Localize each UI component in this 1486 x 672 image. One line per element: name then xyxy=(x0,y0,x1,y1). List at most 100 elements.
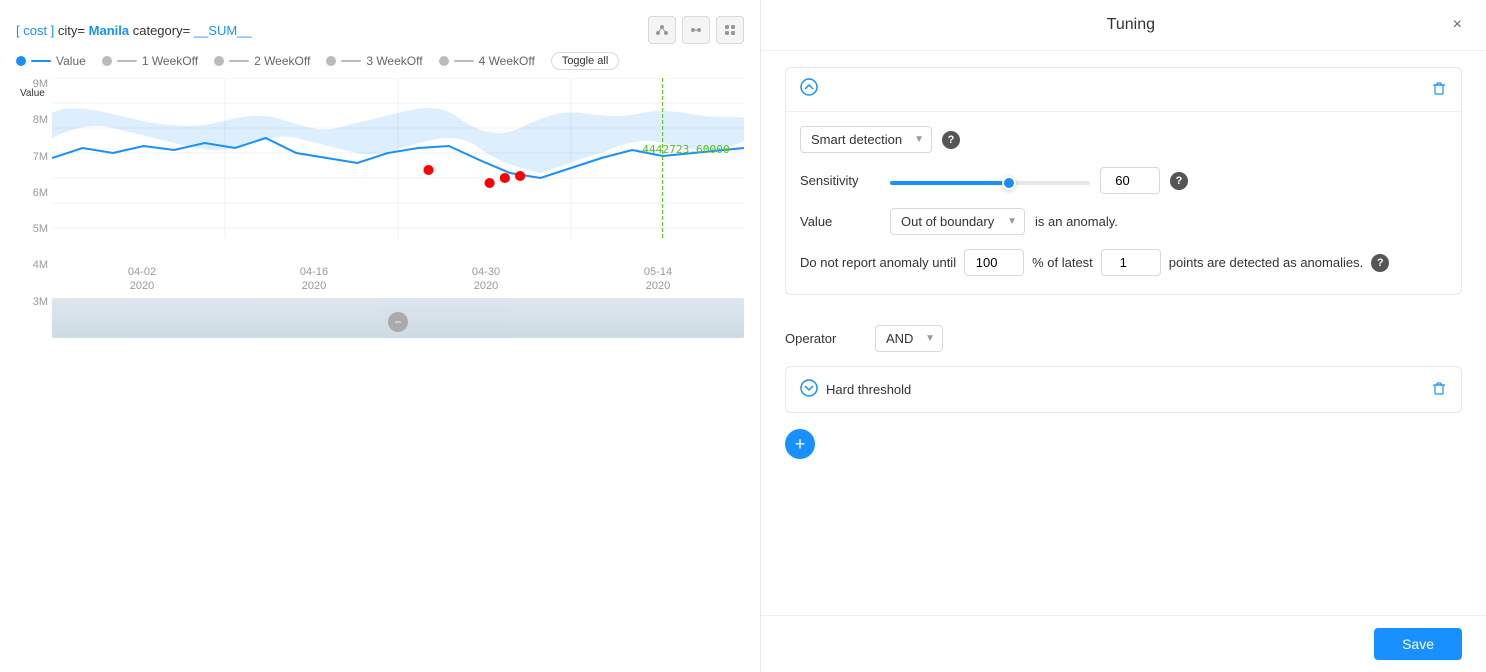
add-condition-button[interactable]: + xyxy=(785,429,815,459)
sensitivity-row: Sensitivity 60 ? xyxy=(800,167,1447,194)
legend-line-1 xyxy=(117,60,137,62)
report-points-input[interactable] xyxy=(1101,249,1161,276)
legend-4weekoff: 4 WeekOff xyxy=(439,54,535,68)
sensitivity-help-icon[interactable]: ? xyxy=(1170,172,1188,190)
legend-3weekoff: 3 WeekOff xyxy=(326,54,422,68)
legend-label-2: 2 WeekOff xyxy=(254,54,310,68)
report-prefix-text: Do not report anomaly until xyxy=(800,255,956,270)
legend-line-3 xyxy=(341,60,361,62)
y-axis-labels: 9M 8M 7M 6M 5M 4M 3M xyxy=(16,78,48,308)
legend-label-1: 1 WeekOff xyxy=(142,54,198,68)
y-6m: 6M xyxy=(16,187,48,199)
chart-header: [ cost ] city= Manila category= __SUM__ xyxy=(16,16,744,44)
operator-row: Operator AND OR ▼ xyxy=(785,311,1462,366)
operator-select-wrapper: AND OR ▼ xyxy=(875,325,943,352)
chart-title: [ cost ] city= Manila category= __SUM__ xyxy=(16,23,252,38)
toggle-all-button[interactable]: Toggle all xyxy=(551,52,619,70)
category-label: category= xyxy=(133,23,194,38)
collapse-button[interactable]: − xyxy=(388,312,408,332)
sensitivity-slider-container xyxy=(890,173,1090,188)
tuning-header: Tuning × xyxy=(761,0,1486,51)
legend-2weekoff: 2 WeekOff xyxy=(214,54,310,68)
legend-line-2 xyxy=(229,60,249,62)
chart-legend: Value 1 WeekOff 2 WeekOff 3 WeekOff 4 We… xyxy=(16,52,744,70)
chart-wrapper: Value 9M 8M 7M 6M 5M 4M 3M xyxy=(16,78,744,338)
tuning-body: Smart detection Hard threshold Custom ▼ … xyxy=(761,51,1486,615)
anomaly-dot-1 xyxy=(423,165,433,175)
x-axis-labels: 04-02 2020 04-16 2020 04-30 2020 05-14 2… xyxy=(52,265,744,294)
detection-method-select[interactable]: Smart detection Hard threshold Custom xyxy=(800,126,932,153)
detection-method-wrapper: Smart detection Hard threshold Custom ▼ xyxy=(800,126,932,153)
y-9m: 9M xyxy=(16,78,48,90)
tuning-panel: Tuning × xyxy=(760,0,1486,672)
legend-dot-1 xyxy=(102,56,112,66)
x-label-0416: 04-16 2020 xyxy=(300,265,328,294)
tuning-title: Tuning xyxy=(809,16,1453,34)
sensitivity-label: Sensitivity xyxy=(800,173,880,188)
report-help-icon[interactable]: ? xyxy=(1371,254,1389,272)
hard-threshold-card: Hard threshold xyxy=(785,366,1462,413)
city-label: city= xyxy=(58,23,89,38)
mini-navigator[interactable]: − xyxy=(52,298,744,338)
legend-label-value: Value xyxy=(56,54,86,68)
boundary-select[interactable]: Out of boundary Above boundary Below bou… xyxy=(890,208,1025,235)
operator-select[interactable]: AND OR xyxy=(875,325,943,352)
smart-detection-card-header xyxy=(786,68,1461,111)
y-7m: 7M xyxy=(16,151,48,163)
operator-label: Operator xyxy=(785,331,865,346)
hard-threshold-left: Hard threshold xyxy=(800,379,911,400)
smart-detection-card: Smart detection Hard threshold Custom ▼ … xyxy=(785,67,1462,295)
method-help-icon[interactable]: ? xyxy=(942,131,960,149)
legend-label-3: 3 WeekOff xyxy=(366,54,422,68)
value-anomaly-row: Value Out of boundary Above boundary Bel… xyxy=(800,208,1447,235)
icon-btn-1[interactable] xyxy=(648,16,676,44)
legend-line-4 xyxy=(454,60,474,62)
legend-line-value xyxy=(31,60,51,62)
smart-detection-card-body: Smart detection Hard threshold Custom ▼ … xyxy=(786,111,1461,294)
chart-svg: 4442723.60000 xyxy=(52,78,744,258)
y-3m: 3M xyxy=(16,296,48,308)
x-label-0430: 04-30 2020 xyxy=(472,265,500,294)
anomaly-dot-3 xyxy=(500,173,510,183)
save-button[interactable]: Save xyxy=(1374,628,1462,660)
y-5m: 5M xyxy=(16,223,48,235)
chart-panel: [ cost ] city= Manila category= __SUM__ xyxy=(0,0,760,672)
value-label: Value xyxy=(800,214,880,229)
hard-threshold-title: Hard threshold xyxy=(826,382,911,397)
category-value: __SUM__ xyxy=(194,23,252,38)
legend-dot-4 xyxy=(439,56,449,66)
highlighted-value-text: 4442723.60000 xyxy=(642,143,729,156)
cost-bracket: [ cost ] xyxy=(16,23,54,38)
legend-dot-value xyxy=(16,56,26,66)
smart-detection-chevron-up[interactable] xyxy=(800,78,818,101)
chart-icons xyxy=(648,16,744,44)
x-label-0402: 04-02 2020 xyxy=(128,265,156,294)
add-icon: + xyxy=(795,434,806,455)
report-row: Do not report anomaly until % of latest … xyxy=(800,249,1447,276)
icon-btn-2[interactable] xyxy=(682,16,710,44)
city-value: Manila xyxy=(89,23,129,38)
smart-detection-delete-icon[interactable] xyxy=(1431,80,1447,99)
anomaly-dot-2 xyxy=(485,178,495,188)
legend-dot-3 xyxy=(326,56,336,66)
points-suffix-text: points are detected as anomalies. xyxy=(1169,255,1363,270)
method-row: Smart detection Hard threshold Custom ▼ … xyxy=(800,126,1447,153)
icon-btn-3[interactable] xyxy=(716,16,744,44)
legend-label-4: 4 WeekOff xyxy=(479,54,535,68)
report-percent-input[interactable] xyxy=(964,249,1024,276)
hard-threshold-delete-icon[interactable] xyxy=(1431,380,1447,399)
anomaly-dot-4 xyxy=(515,171,525,181)
hard-threshold-chevron-down[interactable] xyxy=(800,379,818,400)
legend-dot-2 xyxy=(214,56,224,66)
tuning-footer: Save xyxy=(761,615,1486,672)
y-8m: 8M xyxy=(16,114,48,126)
x-label-0514: 05-14 2020 xyxy=(644,265,672,294)
close-button[interactable]: × xyxy=(1453,16,1462,34)
hard-threshold-card-header: Hard threshold xyxy=(786,367,1461,412)
sensitivity-number-input[interactable]: 60 xyxy=(1100,167,1160,194)
y-4m: 4M xyxy=(16,259,48,271)
legend-value: Value xyxy=(16,54,86,68)
is-anomaly-text: is an anomaly. xyxy=(1035,214,1118,229)
sensitivity-slider[interactable] xyxy=(890,181,1090,185)
percent-label: % of latest xyxy=(1032,255,1093,270)
